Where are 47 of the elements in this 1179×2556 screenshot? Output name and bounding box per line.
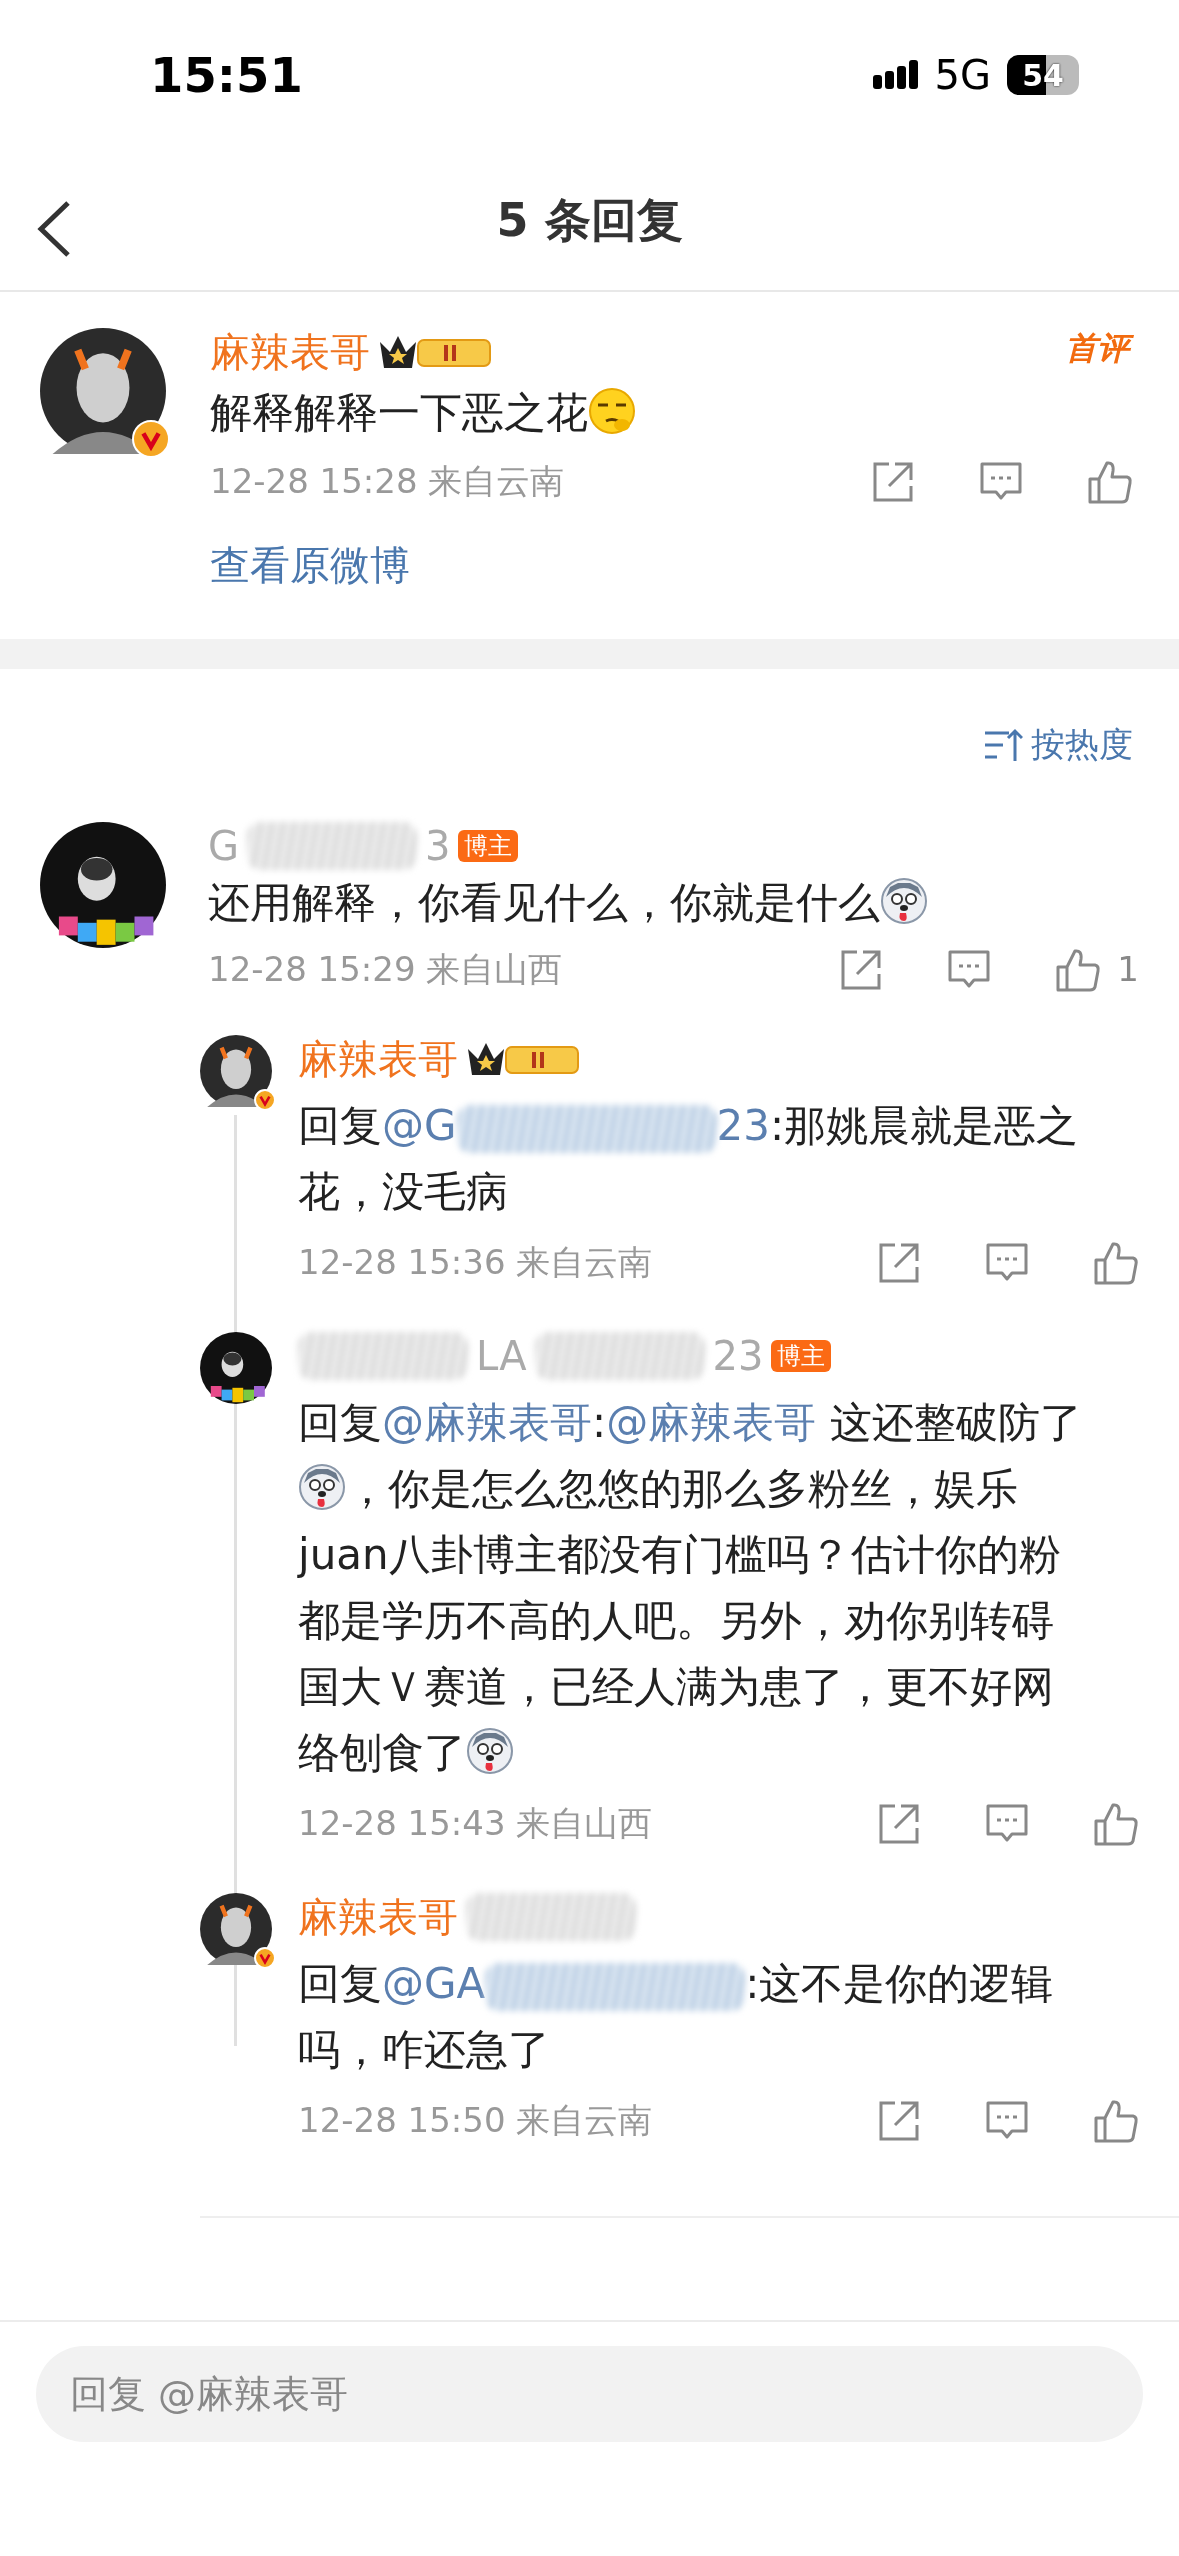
blogger-tag: 博主 [771, 1339, 832, 1373]
comment-text: 解释解释一下恶之花 [210, 380, 1139, 446]
status-time: 15:51 [150, 46, 303, 105]
author-name[interactable]: 23 [712, 1332, 764, 1380]
mention-link[interactable]: 23 [716, 1101, 770, 1150]
avatar [200, 1035, 272, 1107]
mention-link[interactable]: @G [382, 1101, 457, 1150]
like-icon[interactable] [1093, 2097, 1139, 2144]
blogger-tag: 博主 [458, 829, 519, 863]
comment-time: 12-28 15:43 来自山西 [298, 1802, 653, 1845]
sort-icon [983, 726, 1023, 763]
like-icon[interactable] [1087, 458, 1133, 505]
comment-time: 12-28 15:29 来自山西 [208, 948, 563, 991]
like-count: 1 [1117, 948, 1139, 991]
comment-time: 12-28 15:28 来自云南 [210, 460, 565, 503]
reply-input[interactable]: 回复 @麻辣表哥 [36, 2346, 1143, 2442]
first-comment-label: 首评 [1061, 328, 1139, 374]
mention-link[interactable]: @GA [382, 1959, 486, 2008]
comment-text: 还用解释，你看见什么，你就是什么 [208, 870, 1139, 936]
network-label: 5G [934, 51, 991, 100]
author-name[interactable]: 麻辣表哥 [298, 1035, 458, 1083]
signal-icon [872, 59, 919, 91]
dog-emoji-icon [466, 1727, 514, 1775]
author-name[interactable]: G [208, 822, 239, 870]
comment-time: 12-28 15:50 来自云南 [298, 2099, 653, 2142]
back-icon[interactable] [36, 200, 72, 258]
sort-button[interactable]: 按热度 [983, 719, 1133, 770]
page-title: 5 条回复 [496, 191, 683, 249]
author-name[interactable]: 3 [425, 822, 451, 870]
like-icon[interactable] [1093, 1239, 1139, 1286]
mention-link[interactable]: @麻辣表哥 [382, 1398, 592, 1447]
smirk-emoji-icon [588, 387, 636, 435]
author-name[interactable]: 麻辣表哥 [298, 1893, 458, 1941]
author-name[interactable]: 麻辣表哥 [210, 328, 370, 376]
mention-link[interactable]: @麻辣表哥 [606, 1398, 817, 1447]
dog-emoji-icon [880, 877, 928, 925]
avatar [200, 1893, 272, 1965]
comment-text: 回复@GA :这不是你的逻辑吗，咋还急了 [298, 1958, 1055, 2076]
dog-emoji-icon [298, 1463, 346, 1511]
comment-text: 回复@麻辣表哥:@麻辣表哥 这还整破防了 ，你是怎么忽悠的那么多粉丝，娱乐juan八卦博主都没有门槛吗？估计你的粉都是学历不高的人吧。另外，劝你别转碍国大Ｖ赛道，已经人满为患了，更不好网络刨食了 [298, 1397, 1083, 1779]
avatar [200, 1332, 272, 1404]
comment-time: 12-28 15:36 来自云南 [298, 1241, 653, 1284]
view-original-link[interactable]: 查看原微博 [210, 535, 410, 595]
like-icon[interactable] [1093, 1800, 1139, 1847]
like-icon[interactable] [1055, 946, 1102, 993]
comment-text: 回复@G 23:那姚晨就是恶之花，没毛病 [298, 1100, 1080, 1218]
author-name[interactable]: LA [476, 1332, 527, 1380]
